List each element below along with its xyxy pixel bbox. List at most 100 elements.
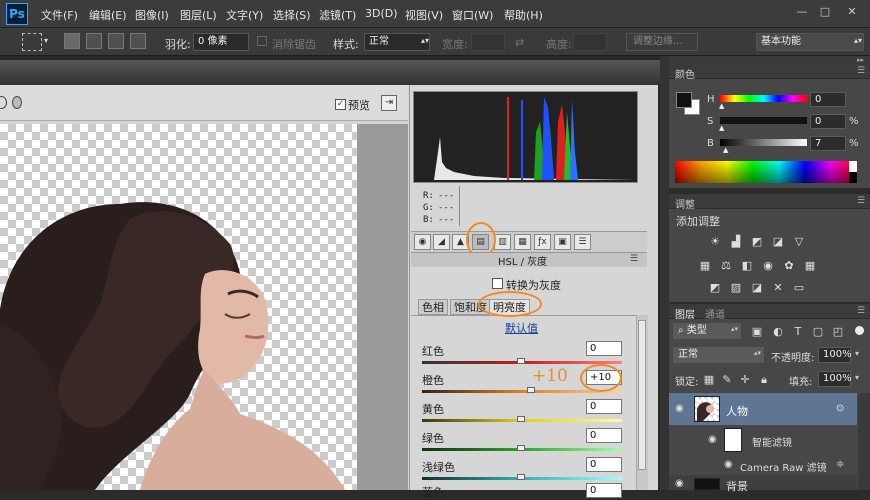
- adjust-panel-title[interactable]: 调整: [675, 196, 695, 211]
- default-link[interactable]: 默认值: [505, 320, 538, 336]
- presets-icon[interactable]: ☰: [574, 234, 591, 250]
- photo-filter-icon[interactable]: ◉: [761, 259, 775, 272]
- color-panel-title[interactable]: 颜色: [675, 66, 695, 81]
- blend-mode-select[interactable]: 正常: [673, 347, 764, 363]
- lock-position-icon[interactable]: ✛: [738, 373, 752, 386]
- hue-slider[interactable]: [720, 95, 807, 102]
- refine-edge-button[interactable]: 调整边缘...: [626, 33, 698, 51]
- color-lookup-icon[interactable]: ▦: [803, 259, 817, 272]
- workspace-select[interactable]: 基本功能: [756, 33, 864, 51]
- gradient-map-icon[interactable]: ▭: [792, 281, 806, 294]
- minimize-icon[interactable]: —: [794, 4, 810, 20]
- antialias-checkbox[interactable]: [257, 36, 267, 46]
- color-balance-icon[interactable]: ⚖: [719, 259, 733, 272]
- tool-preset-arrow-icon[interactable]: ▾: [44, 36, 48, 45]
- saturation-slider[interactable]: [720, 117, 807, 124]
- layer-name-camera-raw-filter[interactable]: Camera Raw 滤镜: [740, 459, 827, 474]
- tab-hue[interactable]: 色相: [418, 299, 448, 315]
- filter-visibility-icon[interactable]: ◉: [724, 459, 733, 470]
- menu-window[interactable]: 窗口(W): [452, 7, 493, 23]
- split-toning-icon[interactable]: ▥: [494, 234, 511, 250]
- basic-panel-icon[interactable]: ◉: [414, 234, 431, 250]
- menu-type[interactable]: 文字(Y): [226, 7, 263, 23]
- color-spectrum[interactable]: [675, 161, 857, 183]
- adjust-panel-menu-icon[interactable]: ☰: [857, 196, 865, 206]
- brightness-contrast-icon[interactable]: ☀: [708, 235, 722, 248]
- layer-name-smart-filters[interactable]: 智能滤镜: [752, 434, 792, 449]
- layer-name-background[interactable]: 背景: [726, 478, 748, 494]
- menu-filter[interactable]: 滤镜(T): [319, 7, 356, 23]
- color-panel-menu-icon[interactable]: ☰: [857, 66, 865, 76]
- filter-type-icon[interactable]: T: [791, 325, 805, 338]
- image-canvas[interactable]: [0, 124, 357, 490]
- panel-scrollbar-thumb[interactable]: [638, 320, 646, 470]
- slider-value-blue[interactable]: 0: [586, 483, 622, 498]
- black-white-icon[interactable]: ◧: [740, 259, 754, 272]
- tab-layers[interactable]: 图层: [675, 306, 695, 321]
- slider-thumb-orange[interactable]: [527, 387, 535, 393]
- vibrance-icon[interactable]: ▽: [792, 235, 806, 248]
- layers-scrollbar[interactable]: [858, 393, 870, 490]
- menu-image[interactable]: 图像(I): [135, 7, 169, 23]
- slider-thumb-yellow[interactable]: [517, 416, 525, 422]
- channel-mixer-icon[interactable]: ✿: [782, 259, 796, 272]
- marquee-tool-icon[interactable]: [22, 33, 42, 51]
- menu-file[interactable]: 文件(F): [41, 7, 78, 23]
- restore-icon[interactable]: □: [817, 4, 833, 20]
- lens-corrections-icon[interactable]: ▦: [514, 234, 531, 250]
- filter-shape-icon[interactable]: ▢: [811, 325, 825, 338]
- fullscreen-icon[interactable]: ⇥: [381, 95, 397, 111]
- visibility-eye-icon[interactable]: ◉: [675, 403, 684, 414]
- brightness-slider-thumb[interactable]: ▲: [723, 146, 728, 154]
- slider-thumb-red[interactable]: [517, 358, 525, 364]
- fx-panel-icon[interactable]: ƒx: [534, 234, 551, 250]
- filter-smart-object-icon[interactable]: ◰: [831, 325, 845, 338]
- opacity-value[interactable]: 100%: [818, 347, 852, 363]
- slider-value-green[interactable]: 0: [586, 428, 622, 443]
- s-value[interactable]: 0: [810, 114, 846, 129]
- width-input[interactable]: [471, 33, 505, 51]
- b-value[interactable]: 7: [810, 136, 846, 151]
- h-value[interactable]: 0: [810, 92, 846, 107]
- exposure-icon[interactable]: ◪: [771, 235, 785, 248]
- panel-menu-icon[interactable]: ☰: [630, 254, 638, 264]
- menu-help[interactable]: 帮助(H): [504, 7, 543, 23]
- tab-channels[interactable]: 通道: [705, 306, 725, 321]
- close-icon[interactable]: ✕: [844, 4, 860, 20]
- saturation-slider-thumb[interactable]: ▲: [719, 124, 724, 132]
- opacity-dropdown-icon[interactable]: ▾: [855, 349, 859, 358]
- posterize-icon[interactable]: ▨: [729, 281, 743, 294]
- fill-value[interactable]: 100%: [818, 371, 852, 387]
- invert-icon[interactable]: ◩: [708, 281, 722, 294]
- add-selection-icon[interactable]: [86, 33, 102, 49]
- layers-panel-menu-icon[interactable]: ☰: [857, 306, 865, 316]
- menu-select[interactable]: 选择(S): [273, 7, 311, 23]
- slider-thumb-green[interactable]: [517, 445, 525, 451]
- feather-input[interactable]: 0 像素: [193, 33, 249, 51]
- menu-layer[interactable]: 图层(L): [180, 7, 217, 23]
- dock-collapse-icon[interactable]: ▸▸: [857, 56, 864, 64]
- new-selection-icon[interactable]: [64, 33, 80, 49]
- intersect-selection-icon[interactable]: [130, 33, 146, 49]
- smart-filters-visibility-icon[interactable]: ◉: [708, 434, 717, 445]
- tone-curve-icon[interactable]: ◢: [433, 234, 450, 250]
- brightness-slider[interactable]: [720, 139, 807, 146]
- swap-icon[interactable]: ⇄: [515, 36, 524, 49]
- filter-pixel-icon[interactable]: ▣: [750, 325, 764, 338]
- slider-value-aqua[interactable]: 0: [586, 457, 622, 472]
- slider-value-yellow[interactable]: 0: [586, 399, 622, 414]
- filter-adjustment-icon[interactable]: ◐: [771, 325, 785, 338]
- toggle-view-icon[interactable]: [12, 96, 22, 109]
- menu-view[interactable]: 视图(V): [405, 7, 443, 23]
- preview-checkbox[interactable]: ✓: [335, 99, 346, 110]
- levels-icon[interactable]: ▟: [729, 235, 743, 248]
- spectrum-black-swatch[interactable]: [849, 172, 857, 183]
- grayscale-checkbox[interactable]: [492, 278, 503, 289]
- lock-all-icon[interactable]: 🔒︎: [757, 373, 771, 386]
- background-visibility-icon[interactable]: ◉: [675, 478, 684, 489]
- menu-3d[interactable]: 3D(D): [365, 7, 398, 20]
- camera-calibration-icon[interactable]: ▣: [554, 234, 571, 250]
- subtract-selection-icon[interactable]: [108, 33, 124, 49]
- height-input[interactable]: [573, 33, 607, 51]
- foreground-color-swatch[interactable]: [676, 92, 692, 108]
